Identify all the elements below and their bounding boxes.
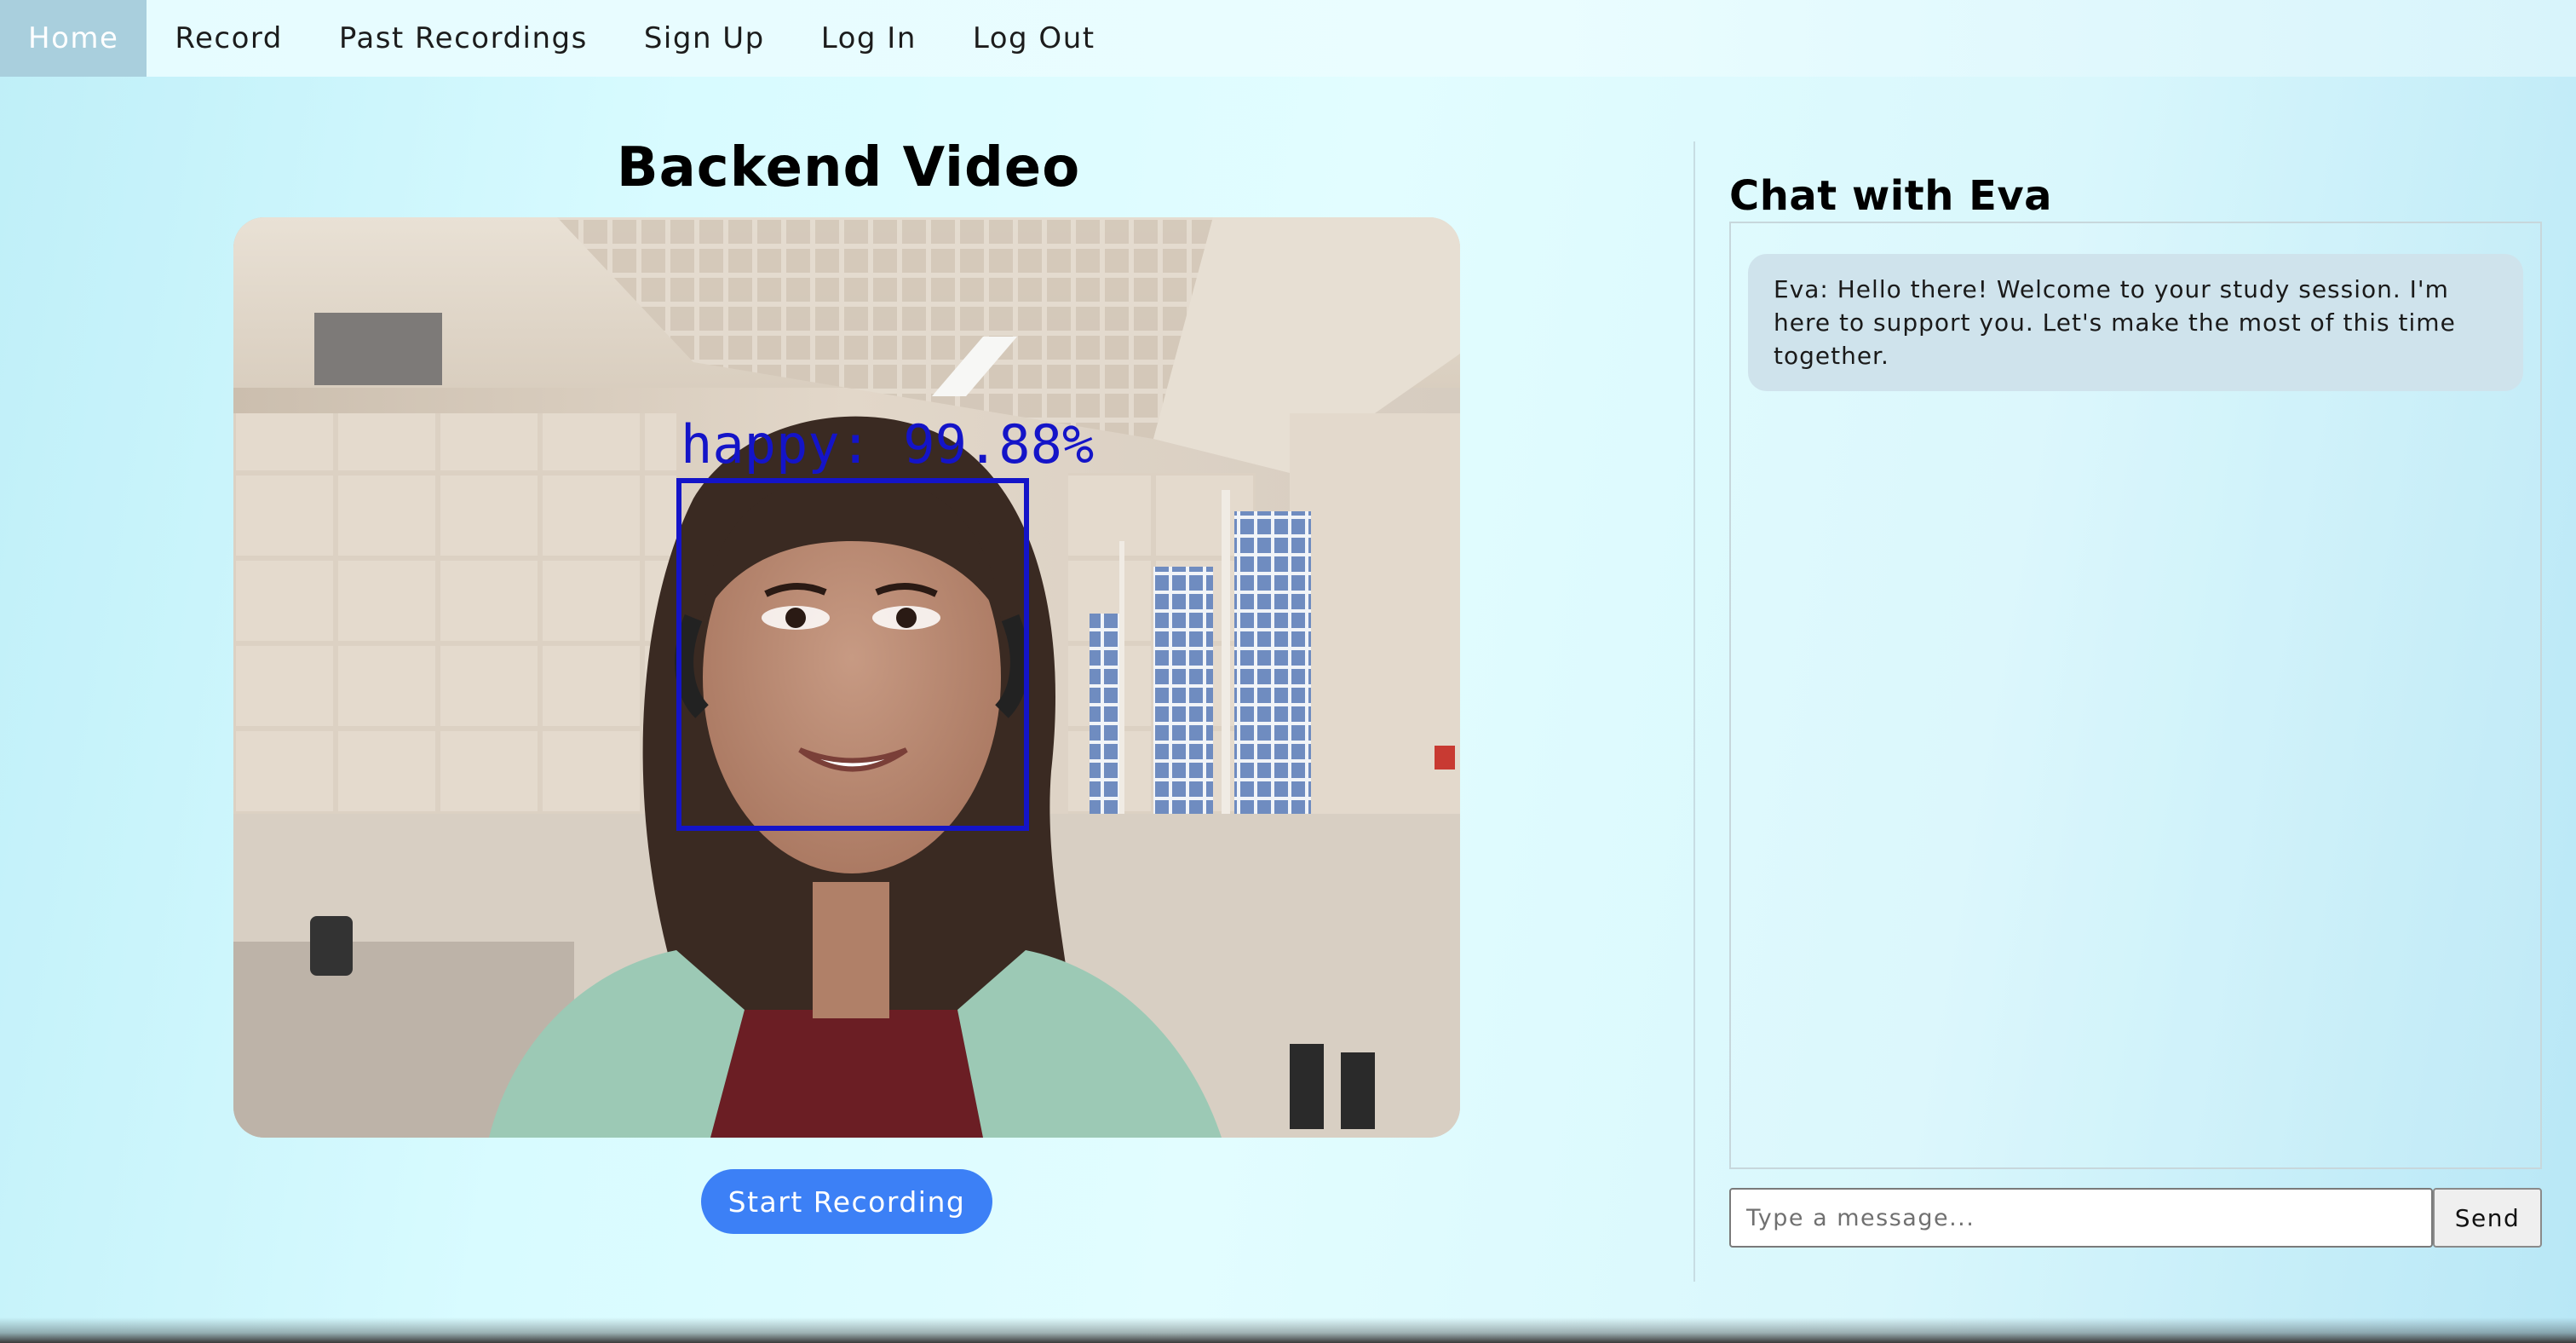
- window-bottom-edge: [0, 1317, 2576, 1343]
- nav-item-record[interactable]: Record: [147, 0, 310, 77]
- nav-item-log-in[interactable]: Log In: [793, 0, 945, 77]
- column-divider: [1693, 141, 1695, 1282]
- nav-item-log-out[interactable]: Log Out: [945, 0, 1124, 77]
- nav-item-home[interactable]: Home: [0, 0, 147, 77]
- nav-item-past-recordings[interactable]: Past Recordings: [311, 0, 616, 77]
- emotion-label: happy: 99.88%: [681, 413, 1095, 476]
- chat-title: Chat with Eva: [1729, 172, 2053, 220]
- face-detection-box: [676, 478, 1029, 831]
- top-navigation: Home Record Past Recordings Sign Up Log …: [0, 0, 2576, 77]
- send-button[interactable]: Send: [2433, 1188, 2542, 1248]
- webcam-video-feed: happy: 99.88%: [233, 217, 1460, 1138]
- chat-messages-panel[interactable]: Eva: Hello there! Welcome to your study …: [1729, 222, 2542, 1169]
- start-recording-button[interactable]: Start Recording: [701, 1169, 992, 1234]
- nav-item-sign-up[interactable]: Sign Up: [616, 0, 793, 77]
- video-title: Backend Video: [616, 136, 1081, 199]
- chat-message-bubble: Eva: Hello there! Welcome to your study …: [1748, 254, 2523, 391]
- message-input[interactable]: [1729, 1188, 2433, 1248]
